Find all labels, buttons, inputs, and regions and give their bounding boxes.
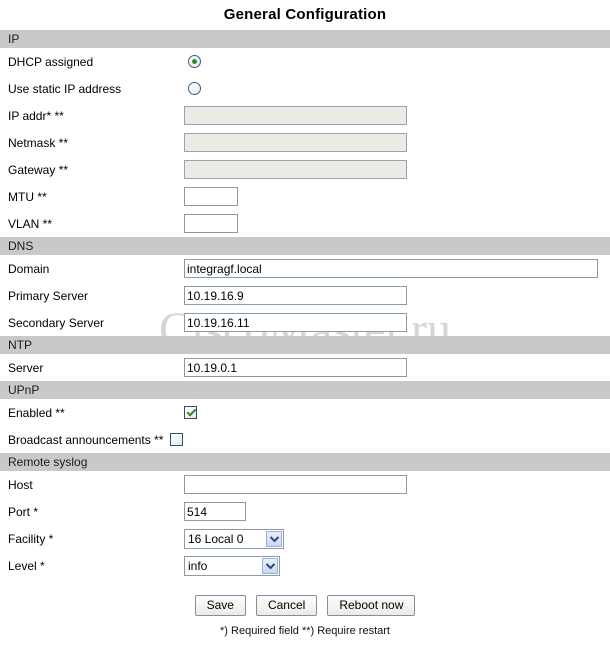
page-title: General Configuration [223,6,387,23]
cancel-button[interactable]: Cancel [255,595,318,616]
row-broadcast-announcements[interactable]: Broadcast announcements ** [0,426,610,453]
row-syslog-facility: Facility * 16 Local 0 [0,525,610,552]
gateway-label: Gateway ** [8,162,69,177]
ip-addr-input[interactable] [184,106,407,125]
row-syslog-level: Level * info [0,552,610,579]
syslog-host-label: Host [8,477,33,492]
primary-server-input[interactable] [184,286,407,305]
netmask-input[interactable] [184,133,407,152]
row-syslog-port: Port * [0,498,610,525]
syslog-facility-value: 16 Local 0 [188,531,244,546]
mtu-label: MTU ** [8,189,47,204]
row-use-static-ip[interactable]: Use static IP address [0,75,610,102]
row-netmask: Netmask ** [0,129,610,156]
chevron-down-icon[interactable] [262,557,278,574]
row-domain: Domain [0,255,610,282]
section-header-ntp: NTP [0,336,610,354]
secondary-server-label: Secondary Server [8,315,105,330]
row-dhcp-assigned[interactable]: DHCP assigned [0,48,610,75]
row-syslog-host: Host [0,471,610,498]
vlan-input[interactable] [184,214,238,233]
required-field-note: *) Required field **) Require restart [220,625,390,637]
secondary-server-input[interactable] [184,313,407,332]
row-mtu: MTU ** [0,183,610,210]
netmask-label: Netmask ** [8,135,69,150]
gateway-input[interactable] [184,160,407,179]
syslog-host-input[interactable] [184,475,407,494]
domain-label: Domain [8,261,50,276]
ntp-server-input[interactable] [184,358,407,377]
vlan-label: VLAN ** [8,216,53,231]
syslog-facility-select[interactable]: 16 Local 0 [184,528,284,549]
section-header-remote-syslog: Remote syslog [0,453,610,471]
row-upnp-enabled[interactable]: Enabled ** [0,399,610,426]
row-ntp-server: Server [0,354,610,381]
row-ip-addr: IP addr* ** [0,102,610,129]
chevron-down-icon[interactable] [266,530,282,547]
use-static-ip-label: Use static IP address [8,81,122,96]
configuration-form: IP DHCP assigned Use static IP address I… [0,30,610,579]
domain-input[interactable] [184,259,598,278]
row-primary-server: Primary Server [0,282,610,309]
ip-addr-label: IP addr* ** [8,108,64,123]
row-vlan: VLAN ** [0,210,610,237]
syslog-facility-label: Facility * [8,531,54,546]
general-configuration-page: CiscoMaster.ru General Configuration IP … [0,0,610,661]
syslog-port-input[interactable] [184,502,246,521]
syslog-level-value: info [188,558,208,573]
reboot-now-button[interactable]: Reboot now [327,595,416,616]
upnp-enabled-checkbox[interactable] [184,406,197,419]
form-actions: Save Cancel Reboot now [0,595,610,616]
section-header-dns: DNS [0,237,610,255]
mtu-input[interactable] [184,187,238,206]
save-button[interactable]: Save [194,595,246,616]
upnp-enabled-label: Enabled ** [8,405,65,420]
dhcp-assigned-label: DHCP assigned [8,54,94,69]
section-header-upnp: UPnP [0,381,610,399]
syslog-level-select[interactable]: info [184,555,280,576]
ntp-server-label: Server [8,360,44,375]
broadcast-announcements-label: Broadcast announcements ** [8,432,164,447]
broadcast-announcements-checkbox[interactable] [170,433,184,446]
dhcp-assigned-radio[interactable] [188,55,201,68]
syslog-port-label: Port * [8,504,39,519]
section-header-ip: IP [0,30,610,48]
primary-server-label: Primary Server [8,288,89,303]
syslog-level-label: Level * [8,558,45,573]
row-secondary-server: Secondary Server [0,309,610,336]
use-static-ip-radio[interactable] [188,82,201,95]
row-gateway: Gateway ** [0,156,610,183]
